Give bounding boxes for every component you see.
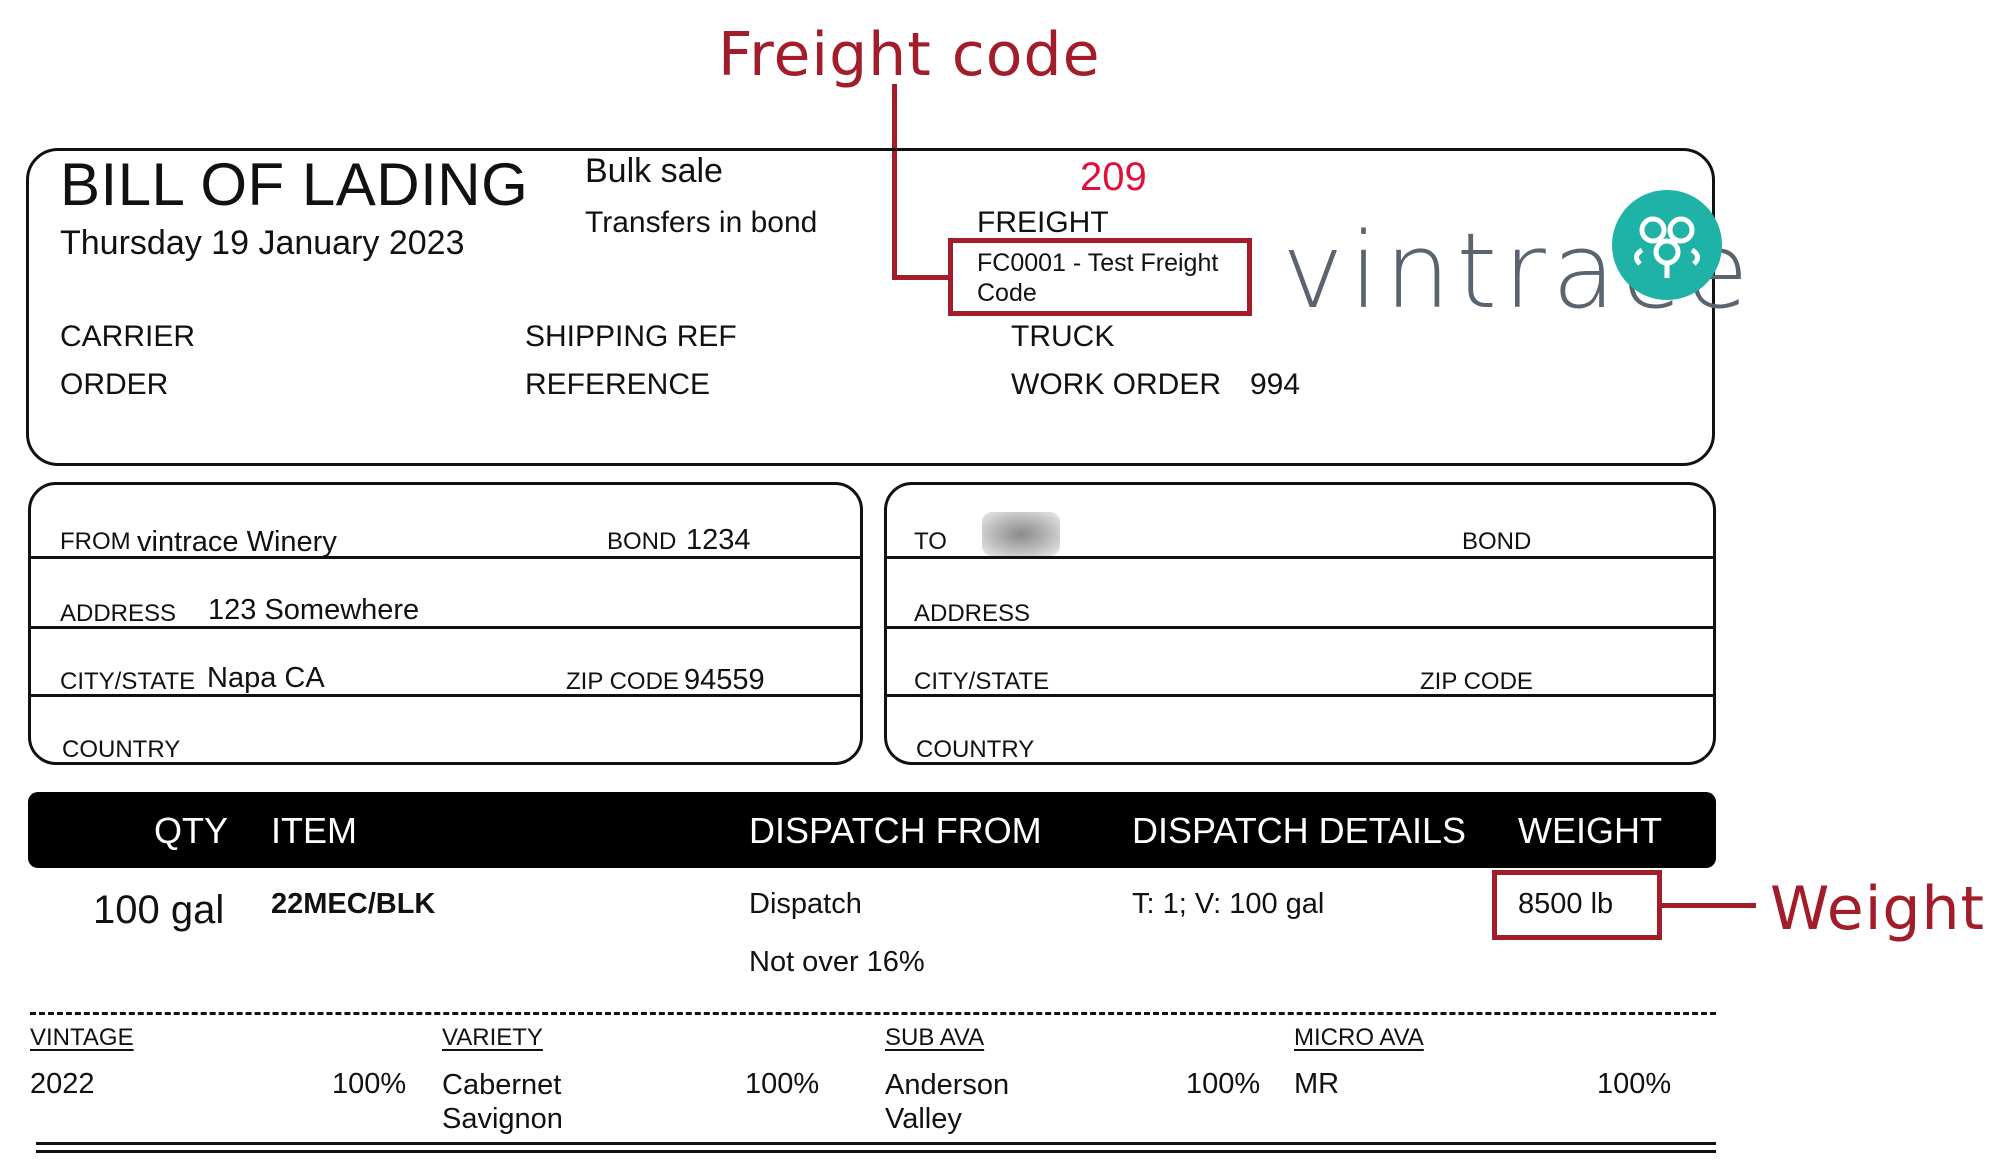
from-bond-label: BOND	[607, 528, 677, 555]
from-address-value: 123 Somewhere	[208, 594, 420, 626]
freight-code-value: FC0001 - Test Freight Code	[977, 249, 1219, 307]
from-country-label: COUNTRY	[62, 736, 181, 763]
freight-label: FREIGHT	[977, 206, 1109, 239]
from-zip-label: ZIP CODE	[566, 668, 679, 695]
header-weight: WEIGHT	[1518, 810, 1662, 851]
vintage-value: 2022	[30, 1068, 95, 1100]
variety-value: Cabernet Savignon	[442, 1069, 563, 1135]
micro-ava-value: MR	[1294, 1068, 1340, 1100]
sale-type: Bulk sale	[585, 152, 723, 190]
vintage-pct: 100%	[332, 1068, 407, 1100]
header-item: ITEM	[271, 810, 357, 851]
sub-ava-pct: 100%	[1186, 1068, 1261, 1100]
variety-label: VARIETY	[442, 1024, 543, 1051]
to-city-label: CITY/STATE	[914, 668, 1050, 695]
document-date: Thursday 19 January 2023	[60, 224, 465, 262]
weight-highlight-box	[1492, 870, 1662, 940]
row-dispatch-note: Not over 16%	[749, 946, 925, 978]
header-qty: QTY	[154, 810, 229, 851]
to-address-label: ADDRESS	[914, 600, 1031, 627]
from-city-label: CITY/STATE	[60, 668, 196, 695]
header-dispatch-from: DISPATCH FROM	[749, 810, 1042, 851]
sub-ava-label: SUB AVA	[885, 1024, 985, 1051]
to-divider-1	[886, 556, 1714, 559]
header-dispatch-details: DISPATCH DETAILS	[1132, 810, 1467, 851]
from-city-value: Napa CA	[207, 662, 325, 694]
reference-label: REFERENCE	[525, 368, 711, 401]
shipping-ref-label: SHIPPING REF	[525, 320, 737, 353]
redacted-recipient	[982, 512, 1060, 556]
micro-ava-pct: 100%	[1597, 1068, 1672, 1100]
bottom-rule-1	[36, 1142, 1716, 1145]
to-zip-label: ZIP CODE	[1420, 668, 1533, 695]
from-value: vintrace Winery	[137, 526, 337, 558]
order-label: ORDER	[60, 368, 169, 401]
to-label: TO	[914, 528, 947, 555]
dashed-separator	[30, 1012, 1716, 1015]
bottom-rule-2	[36, 1150, 1716, 1153]
from-bond-value: 1234	[686, 524, 751, 556]
transfer-type: Transfers in bond	[585, 206, 818, 239]
work-order-value: 994	[1250, 368, 1301, 401]
row-qty: 100 gal	[93, 888, 225, 932]
weight-annotation: Weight	[1770, 874, 1986, 944]
carrier-label: CARRIER	[60, 320, 196, 353]
weight-pointer-line	[1660, 903, 1756, 908]
document-title: BILL OF LADING	[60, 151, 529, 218]
truck-label: TRUCK	[1011, 320, 1115, 353]
vintage-label: VINTAGE	[30, 1024, 134, 1051]
freight-code-annotation: Freight code	[718, 20, 1101, 90]
to-bond-label: BOND	[1462, 528, 1532, 555]
work-order-label: WORK ORDER	[1011, 368, 1221, 401]
document-number: 209	[1080, 155, 1147, 199]
row-dispatch-from: Dispatch	[749, 888, 862, 920]
variety-pct: 100%	[745, 1068, 820, 1100]
row-item: 22MEC/BLK	[271, 888, 436, 920]
sub-ava-value: Anderson Valley	[885, 1069, 1010, 1135]
from-zip-value: 94559	[684, 664, 765, 696]
row-dispatch-details: T: 1; V: 100 gal	[1132, 888, 1325, 920]
micro-ava-label: MICRO AVA	[1294, 1024, 1424, 1051]
grape-cluster-icon	[1612, 190, 1722, 300]
from-address-label: ADDRESS	[60, 600, 177, 627]
to-country-label: COUNTRY	[916, 736, 1035, 763]
from-label: FROM	[60, 528, 131, 555]
